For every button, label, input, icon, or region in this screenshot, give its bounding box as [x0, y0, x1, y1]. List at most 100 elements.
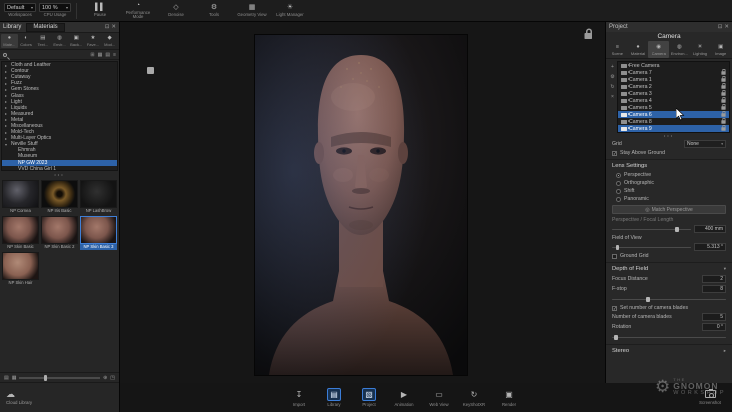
toolbar-button[interactable]: ◔ Performance Mode	[120, 2, 156, 20]
cloud-library-button[interactable]: ☁ Cloud Library	[0, 382, 119, 412]
ribbon-item[interactable]: ▶ Animation	[389, 388, 419, 407]
tree-arrow-icon[interactable]: ▸	[5, 105, 9, 110]
viewport-lock-icon[interactable]	[584, 28, 592, 39]
camera-list-item[interactable]: Camera 5	[618, 103, 729, 111]
radio-icon[interactable]	[616, 196, 621, 202]
view-option-icon[interactable]: ≡	[113, 52, 116, 58]
material-thumbnail[interactable]: NP Skin Basic	[2, 216, 39, 250]
camera-list-item[interactable]: Camera 6	[618, 110, 729, 118]
tree-arrow-icon[interactable]: ▸	[5, 63, 9, 68]
camera-toolbar-icon[interactable]: +	[611, 64, 614, 70]
camera-blades-value[interactable]: 5	[702, 313, 726, 321]
project-tab[interactable]: ≡ Scene	[607, 41, 628, 58]
f-stop-value[interactable]: 8	[702, 285, 726, 293]
project-tab[interactable]: ◍ Environ...	[669, 41, 690, 58]
lock-icon[interactable]	[721, 117, 726, 124]
stay-above-ground-checkbox[interactable]: ✓	[612, 150, 617, 156]
lock-icon[interactable]	[721, 110, 726, 117]
material-thumbnail[interactable]: NP Skin Basic 2	[41, 216, 78, 250]
tree-arrow-icon[interactable]: ▸	[5, 99, 9, 104]
lens-mode-option[interactable]: Shift	[606, 187, 732, 195]
radio-icon[interactable]	[616, 188, 621, 194]
view-option-icon[interactable]: ▤	[105, 52, 110, 58]
toolbar-button[interactable]: ◇ Denoise	[158, 2, 194, 20]
close-icon[interactable]: ✕	[724, 24, 729, 30]
toolbar-button[interactable]: ▦ Geometry View	[234, 2, 270, 20]
camera-toolbar-icon[interactable]: ⚙	[610, 74, 614, 80]
material-thumbnail[interactable]: NP Skin Hair	[2, 252, 39, 286]
stereo-header[interactable]: Stereo	[612, 348, 629, 354]
tab-materials[interactable]: Materials	[26, 22, 65, 32]
screenshot-button[interactable]: Screenshot	[690, 384, 730, 411]
rotation-value[interactable]: 0 °	[702, 323, 726, 331]
library-subtab[interactable]: ◆ Mod...	[101, 34, 118, 48]
lens-mode-option[interactable]: Orthographic	[606, 179, 732, 187]
cpu-usage-select[interactable]: 100 % ▾	[39, 3, 71, 13]
library-subtab[interactable]: ◍ Envir...	[51, 34, 68, 48]
list-view-icon[interactable]: ▤	[4, 375, 9, 381]
workspaces-select[interactable]: Default ▾	[4, 3, 36, 13]
library-tree-item[interactable]: VVD China Girl 1	[2, 166, 117, 170]
lock-icon[interactable]	[721, 103, 726, 110]
lock-icon[interactable]	[721, 68, 726, 75]
camera-toolbar-icon[interactable]: ↻	[610, 84, 614, 90]
view-option-icon[interactable]: ⊞	[90, 52, 94, 58]
tree-arrow-icon[interactable]: ▸	[5, 69, 9, 74]
camera-list-item[interactable]: Camera 4	[618, 96, 729, 104]
tree-arrow-icon[interactable]: ▸	[5, 87, 9, 92]
toolbar-button[interactable]: ⚙ Tools	[196, 2, 232, 20]
zoom-icon[interactable]: ⊕	[103, 375, 107, 381]
camera-list-item[interactable]: Camera 3	[618, 89, 729, 97]
project-tab[interactable]: ☀ Lighting	[690, 41, 711, 58]
chevron-right-icon[interactable]: ▸	[724, 348, 726, 354]
tree-arrow-icon[interactable]: ▾	[5, 142, 9, 147]
ground-grid-checkbox[interactable]	[612, 253, 617, 259]
grid-view-icon[interactable]: ▦	[12, 375, 17, 381]
camera-list-item[interactable]: Free Camera	[618, 62, 729, 69]
field-of-view-slider[interactable]	[612, 243, 691, 251]
toolbar-button[interactable]: ▌▌ Pause	[82, 2, 118, 20]
project-tab[interactable]: ◉ Camera	[648, 41, 670, 58]
material-thumbnail[interactable]: NP Cornea	[2, 180, 39, 214]
camera-toolbar-icon[interactable]: ×	[611, 94, 614, 100]
tree-arrow-icon[interactable]: ▸	[5, 136, 9, 141]
tree-arrow-icon[interactable]: ▸	[5, 130, 9, 135]
library-subtab[interactable]: ▤ Text...	[34, 34, 51, 48]
tree-arrow-icon[interactable]: ▸	[5, 123, 9, 128]
camera-list-item[interactable]: Camera 2	[618, 82, 729, 90]
grid-select[interactable]: None ▾	[684, 140, 726, 148]
ribbon-item[interactable]: ▣ Render	[494, 388, 524, 407]
undock-icon[interactable]: ⊡	[718, 24, 723, 30]
ribbon-item[interactable]: ↧ Import	[284, 388, 314, 407]
field-of-view-value[interactable]: 5.313 °	[694, 243, 726, 251]
ribbon-item[interactable]: ▭ Web View	[424, 388, 454, 407]
lock-icon[interactable]	[721, 75, 726, 82]
project-tab[interactable]: ● Material	[628, 41, 649, 58]
ribbon-item[interactable]: ↻ KeyShotXR	[459, 388, 489, 407]
search-icon[interactable]	[3, 52, 7, 57]
lock-icon[interactable]	[721, 96, 726, 103]
lens-mode-option[interactable]: Perspective	[606, 171, 732, 179]
realtime-viewport[interactable]	[120, 22, 605, 383]
tree-arrow-icon[interactable]: ▸	[5, 117, 9, 122]
toolbar-button[interactable]: ☀ Light Manager	[272, 2, 308, 20]
lock-icon[interactable]	[721, 89, 726, 96]
material-thumbnail[interactable]: NP Skin Basic 3	[80, 216, 117, 250]
focal-length-slider[interactable]	[612, 225, 691, 233]
radio-icon[interactable]	[616, 172, 621, 178]
tree-arrow-icon[interactable]: ▸	[5, 81, 9, 86]
f-stop-slider[interactable]	[612, 295, 726, 303]
tree-arrow-icon[interactable]: ▸	[5, 93, 9, 98]
library-subtab[interactable]: ◐ Colors	[18, 34, 35, 48]
view-option-icon[interactable]: ▦	[98, 52, 103, 58]
tree-arrow-icon[interactable]: ▸	[5, 111, 9, 116]
chevron-down-icon[interactable]: ▾	[724, 266, 726, 272]
render-region[interactable]	[255, 35, 467, 375]
library-subtab[interactable]: ● Mate...	[1, 34, 18, 48]
thumbnail-size-slider[interactable]	[19, 374, 101, 382]
rotation-slider[interactable]	[612, 333, 726, 341]
library-subtab[interactable]: ▣ Back...	[68, 34, 85, 48]
camera-blades-checkbox[interactable]: ✓	[612, 305, 617, 311]
camera-list-item[interactable]: Camera 1	[618, 75, 729, 83]
lock-icon[interactable]	[721, 124, 726, 131]
